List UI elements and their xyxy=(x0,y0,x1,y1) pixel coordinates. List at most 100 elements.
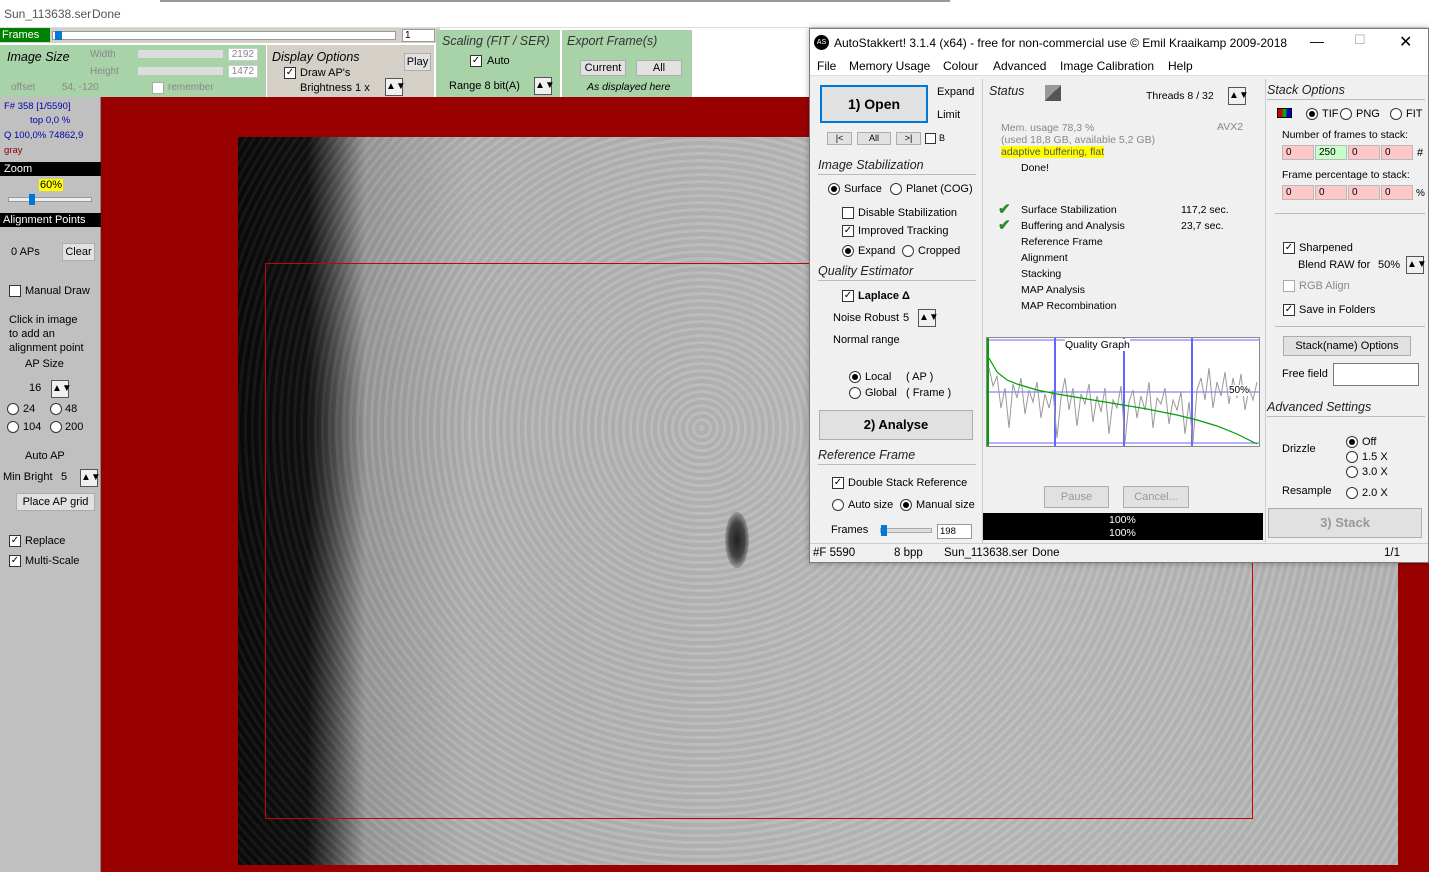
scaling-auto-checkbox[interactable]: ✓ xyxy=(470,55,482,67)
export-panel: Export Frame(s) Current All As displayed… xyxy=(562,30,692,97)
height-field[interactable]: 1472 xyxy=(228,65,258,78)
advanced-settings-title: Advanced Settings xyxy=(1267,400,1372,414)
global-radio[interactable] xyxy=(849,387,861,399)
rgb-align-checkbox[interactable] xyxy=(1283,280,1295,292)
drizzle-label: Drizzle xyxy=(1282,443,1316,455)
local-radio[interactable] xyxy=(849,371,861,383)
nframes-field-1[interactable]: 0 xyxy=(1282,145,1314,160)
clear-aps-button[interactable]: Clear xyxy=(62,243,95,261)
step-1-time: 117,2 sec. xyxy=(1181,204,1229,216)
noise-robust-spinner[interactable]: ▲▼ xyxy=(918,309,939,327)
status-indicator-icon xyxy=(1045,85,1061,101)
frames-slider[interactable] xyxy=(52,31,396,40)
offset-value: 54, -120 xyxy=(62,82,99,93)
replace-checkbox[interactable]: ✓ xyxy=(9,535,21,547)
drizzle-15x-radio[interactable] xyxy=(1346,451,1358,463)
ap-size-104-radio[interactable] xyxy=(7,421,19,433)
sharpened-checkbox[interactable]: ✓ xyxy=(1283,242,1295,254)
nframes-field-4[interactable]: 0 xyxy=(1381,145,1413,160)
noise-robust-label: Noise Robust xyxy=(833,312,900,324)
free-field-input[interactable] xyxy=(1333,363,1419,386)
adaptive-buffering: adaptive buffering, flat xyxy=(1001,146,1105,158)
nframes-field-2[interactable]: 250 xyxy=(1315,145,1347,160)
blend-raw-spinner[interactable]: ▲▼ xyxy=(1406,256,1427,274)
ap-size-24-radio[interactable] xyxy=(7,403,19,415)
menu-help[interactable]: Help xyxy=(1168,59,1193,73)
menu-bar: File Memory Usage Colour Advanced Image … xyxy=(810,57,1428,76)
tif-radio[interactable] xyxy=(1306,108,1318,120)
multi-scale-checkbox[interactable]: ✓ xyxy=(9,555,21,567)
nav-last-button[interactable]: >| xyxy=(896,132,921,145)
b-checkbox[interactable] xyxy=(925,133,936,144)
drizzle-30x-radio[interactable] xyxy=(1346,466,1358,478)
dialog-titlebar: AS AutoStakkert! 3.1.4 (x64) - free for … xyxy=(810,29,1428,57)
improved-tracking-checkbox[interactable]: ✓ xyxy=(842,225,854,237)
manual-size-radio[interactable] xyxy=(900,499,912,511)
ap-size-spinner[interactable]: ▲▼ xyxy=(51,380,72,398)
draw-aps-checkbox[interactable]: ✓ xyxy=(284,67,296,79)
open-button[interactable]: 1) Open xyxy=(820,85,928,123)
pct-field-1[interactable]: 0 xyxy=(1282,185,1314,200)
frame-number-input[interactable]: 1 xyxy=(402,29,435,42)
ap-size-48-radio[interactable] xyxy=(50,403,62,415)
png-radio[interactable] xyxy=(1340,108,1352,120)
pct-field-2[interactable]: 0 xyxy=(1315,185,1347,200)
nav-all-button[interactable]: All xyxy=(857,132,891,145)
minimize-icon[interactable]: — xyxy=(1310,33,1324,49)
stack-name-options-button[interactable]: Stack(name) Options xyxy=(1283,336,1411,356)
export-all-button[interactable]: All xyxy=(636,60,682,76)
zoom-slider[interactable] xyxy=(8,194,92,205)
resample-20x-radio[interactable] xyxy=(1346,487,1358,499)
resample-20x-label: 2.0 X xyxy=(1362,487,1388,499)
width-slider[interactable] xyxy=(138,50,223,58)
surface-radio[interactable] xyxy=(828,183,840,195)
min-bright-spinner[interactable]: ▲▼ xyxy=(80,469,101,487)
disable-stabilization-checkbox[interactable] xyxy=(842,207,854,219)
double-stack-reference-checkbox[interactable]: ✓ xyxy=(832,477,844,489)
pct-field-4[interactable]: 0 xyxy=(1381,185,1413,200)
close-icon[interactable]: ✕ xyxy=(1399,32,1412,52)
height-slider[interactable] xyxy=(138,67,223,75)
disable-stabilization-label: Disable Stabilization xyxy=(858,207,958,219)
analyse-button[interactable]: 2) Analyse xyxy=(819,410,973,440)
manual-draw-checkbox[interactable] xyxy=(9,285,21,297)
fit-radio[interactable] xyxy=(1390,108,1402,120)
menu-file[interactable]: File xyxy=(817,59,836,73)
nframes-field-3[interactable]: 0 xyxy=(1348,145,1380,160)
maximize-icon[interactable]: ☐ xyxy=(1354,32,1366,48)
place-ap-grid-button[interactable]: Place AP grid xyxy=(16,493,95,511)
statusbar-file: Sun_113638.ser xyxy=(944,547,1028,559)
status-title: Status xyxy=(989,84,1025,98)
scaling-panel: Scaling (FIT / SER) ✓ Auto Range 8 bit(A… xyxy=(436,30,560,97)
ref-frames-slider[interactable] xyxy=(880,525,932,536)
ref-frames-label: Frames xyxy=(831,524,869,536)
nav-first-button[interactable]: |< xyxy=(827,132,852,145)
ap-size-200-radio[interactable] xyxy=(50,421,62,433)
menu-image-calibration[interactable]: Image Calibration xyxy=(1060,59,1154,73)
export-current-button[interactable]: Current xyxy=(580,60,626,76)
width-field[interactable]: 2192 xyxy=(228,48,258,61)
laplace-checkbox[interactable]: ✓ xyxy=(842,290,854,302)
menu-memory-usage[interactable]: Memory Usage xyxy=(849,59,930,73)
planet-radio[interactable] xyxy=(890,183,902,195)
drizzle-off-radio[interactable] xyxy=(1346,436,1358,448)
step-5-name: Stacking xyxy=(1021,268,1062,280)
brightness-spinner[interactable]: ▲▼ xyxy=(385,78,406,96)
stab-expand-radio[interactable] xyxy=(842,245,854,257)
range-spinner[interactable]: ▲▼ xyxy=(534,77,555,95)
top-info: top 0,0 % xyxy=(30,115,71,126)
pct-field-3[interactable]: 0 xyxy=(1348,185,1380,200)
threads-spinner[interactable]: ▲▼ xyxy=(1228,87,1249,105)
improved-tracking-label: Improved Tracking xyxy=(858,225,949,237)
ref-frames-input[interactable]: 198 xyxy=(937,524,972,539)
save-in-folders-checkbox[interactable]: ✓ xyxy=(1283,304,1295,316)
play-button[interactable]: Play xyxy=(404,53,431,71)
remember-checkbox[interactable] xyxy=(152,82,164,94)
pause-button[interactable]: Pause xyxy=(1044,486,1109,508)
auto-size-radio[interactable] xyxy=(832,499,844,511)
stack-button[interactable]: 3) Stack xyxy=(1268,508,1422,538)
menu-advanced[interactable]: Advanced xyxy=(993,59,1046,73)
stab-cropped-radio[interactable] xyxy=(902,245,914,257)
menu-colour[interactable]: Colour xyxy=(943,59,978,73)
cancel-button[interactable]: Cancel... xyxy=(1123,486,1189,508)
